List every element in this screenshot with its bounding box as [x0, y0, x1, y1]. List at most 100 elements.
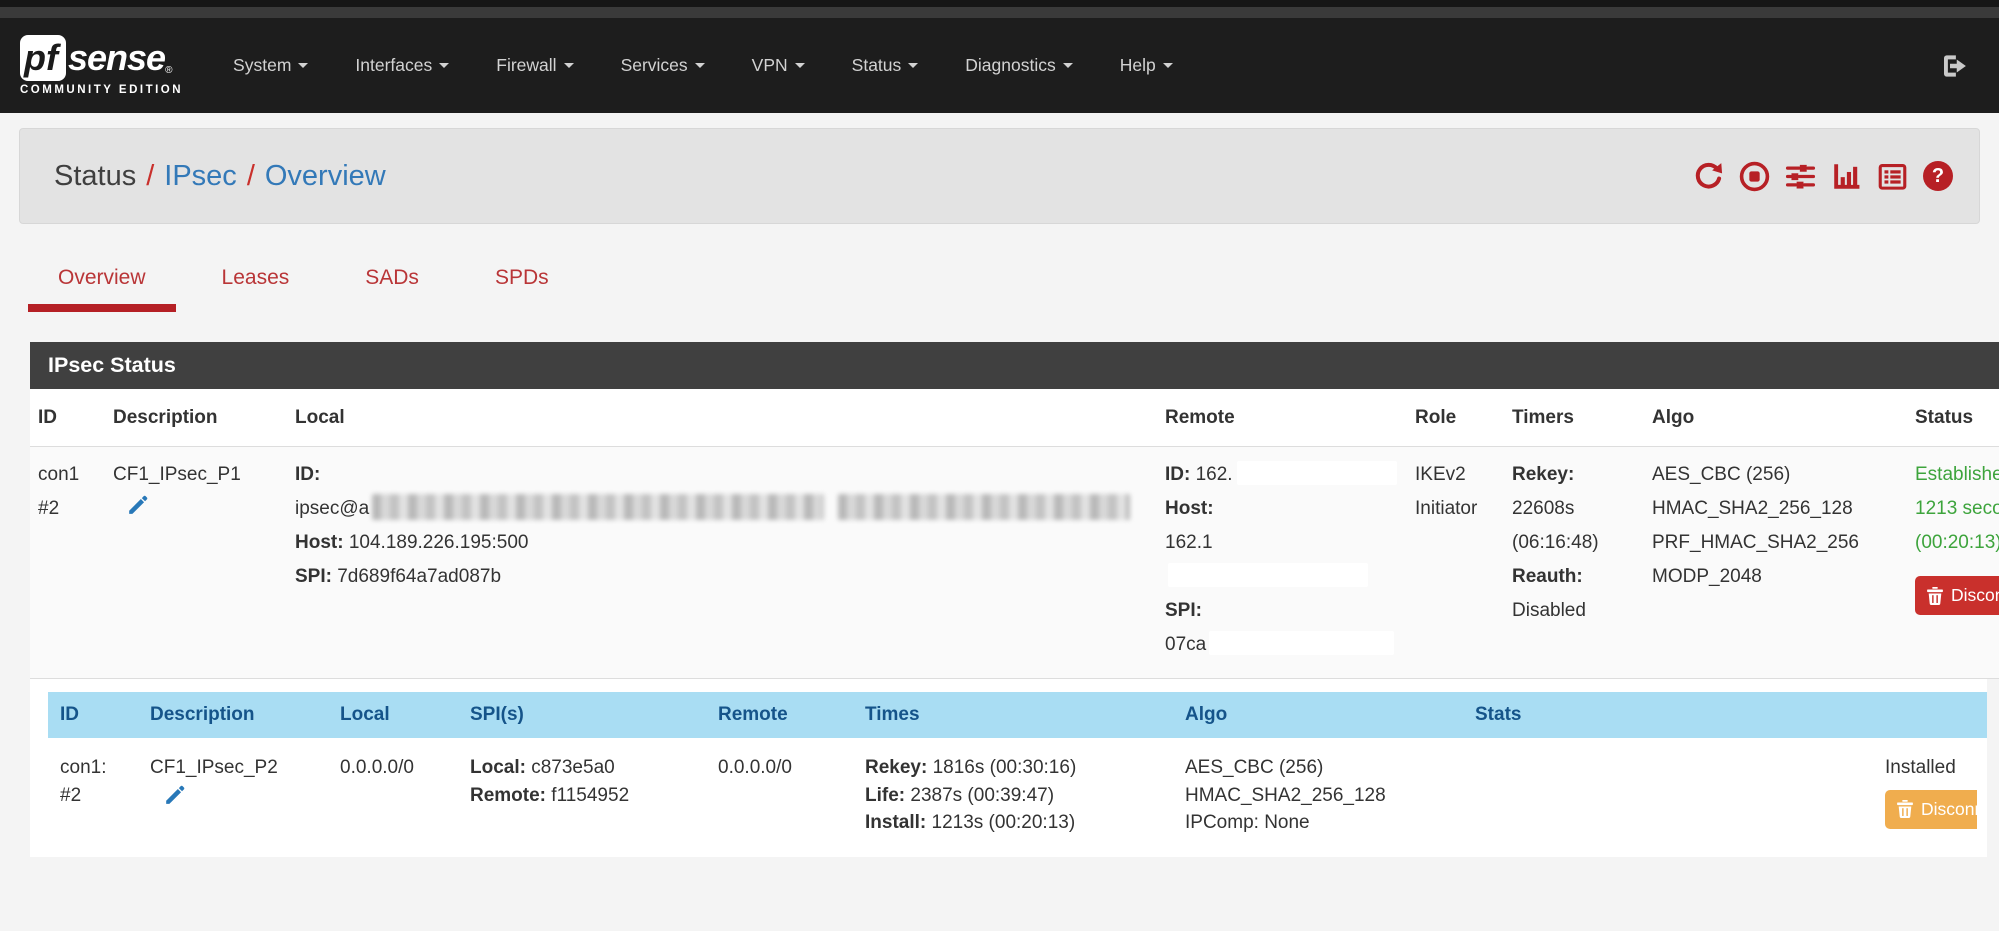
main-navbar: pfsense® COMMUNITY EDITION System Interf… — [0, 18, 1999, 113]
local-host-value: 104.189.226.195:500 — [349, 532, 529, 553]
cell-spis: Local: c873e5a0 Remote: f1154952 — [458, 754, 706, 837]
tab-spds[interactable]: SPDs — [465, 252, 579, 312]
nav-item-vpn[interactable]: VPN — [752, 55, 805, 76]
cell-algo: AES_CBC (256) HMAC_SHA2_256_128 PRF_HMAC… — [1644, 458, 1907, 662]
disconnect-label: Disconnect — [1951, 585, 1999, 606]
life-label: Life: — [865, 785, 905, 806]
algo-enc: AES_CBC (256) — [1652, 458, 1907, 492]
redacted-white — [1209, 631, 1394, 655]
cell-remote: 0.0.0.0/0 — [706, 754, 853, 837]
cell-local: ID: ipsec@a Host: 104.189.226.195:500 SP… — [287, 458, 1157, 662]
nav-item-status[interactable]: Status — [852, 55, 919, 76]
breadcrumb-actions: ? — [1693, 161, 1953, 192]
local-id-value: ipsec@a — [295, 498, 369, 519]
col-header-local: Local — [287, 407, 1157, 429]
spi-local-value: c873e5a0 — [531, 757, 614, 778]
conn-id: con1: — [60, 754, 138, 782]
col-header-id: ID — [48, 704, 138, 726]
col-header-spis: SPI(s) — [458, 704, 706, 726]
chevron-down-icon — [908, 63, 918, 68]
nav-item-label: Services — [621, 55, 688, 76]
table-row: con1 #2 CF1_IPsec_P1 ID: ipsec@a Host: 1… — [30, 447, 1999, 679]
col-header-timers: Timers — [1504, 407, 1644, 429]
cell-description: CF1_IPsec_P2 — [138, 754, 328, 837]
rekey-value: 1816s (00:30:16) — [933, 757, 1077, 778]
refresh-button[interactable] — [1693, 161, 1724, 192]
local-id-label: ID: — [295, 464, 320, 485]
filter-button[interactable] — [1785, 161, 1816, 192]
sign-out-button[interactable] — [1939, 51, 1969, 81]
algo-ipcomp: IPComp: None — [1185, 809, 1463, 837]
cell-timers: Rekey: 22608s (06:16:48) Reauth: Disable… — [1504, 458, 1644, 662]
tab-leases[interactable]: Leases — [192, 252, 320, 312]
tab-bar: Overview Leases SADs SPDs — [28, 252, 1999, 312]
cell-status: Installed Disconnect — [1873, 754, 1977, 837]
breadcrumb-link-overview[interactable]: Overview — [265, 160, 386, 192]
nav-item-label: VPN — [752, 55, 788, 76]
graph-button[interactable] — [1831, 161, 1862, 192]
help-button[interactable]: ? — [1923, 161, 1953, 191]
redacted-white — [1237, 461, 1397, 485]
disconnect-button[interactable]: Disconnect — [1915, 576, 1999, 615]
nav-item-services[interactable]: Services — [621, 55, 705, 76]
col-header-stats: Stats — [1463, 704, 1873, 726]
trash-icon — [1927, 587, 1943, 605]
install-label: Install: — [865, 812, 926, 833]
cell-stats — [1463, 754, 1873, 837]
col-header-times: Times — [853, 704, 1173, 726]
local-host-label: Host: — [295, 532, 344, 553]
cell-algo: AES_CBC (256) HMAC_SHA2_256_128 IPComp: … — [1173, 754, 1463, 837]
rekey-label: Rekey: — [1512, 464, 1574, 485]
local-spi-value: 7d689f64a7ad087b — [337, 566, 501, 587]
role-version: IKEv2 — [1415, 458, 1504, 492]
rekey-label: Rekey: — [865, 757, 927, 778]
window-title-strip — [0, 7, 1999, 18]
nav-item-system[interactable]: System — [233, 55, 308, 76]
list-icon — [1877, 161, 1908, 192]
cell-id: con1: #2 — [48, 754, 138, 837]
chevron-down-icon — [564, 63, 574, 68]
nav-item-diagnostics[interactable]: Diagnostics — [965, 55, 1072, 76]
nav-item-label: Status — [852, 55, 902, 76]
edit-button[interactable] — [127, 494, 149, 519]
redacted-white — [1168, 563, 1368, 587]
tab-overview[interactable]: Overview — [28, 252, 176, 312]
tab-sads[interactable]: SADs — [335, 252, 449, 312]
status-age: 1213 seconds — [1915, 492, 1999, 526]
algo-enc: AES_CBC (256) — [1185, 754, 1463, 782]
breadcrumb-separator: / — [237, 160, 265, 192]
col-header-remote: Remote — [1157, 407, 1407, 429]
col-header-description: Description — [138, 704, 328, 726]
nav-item-interfaces[interactable]: Interfaces — [355, 55, 449, 76]
edit-button[interactable] — [164, 784, 186, 809]
disconnect-button[interactable]: Disconnect — [1885, 790, 1977, 829]
log-button[interactable] — [1877, 161, 1908, 192]
nav-item-label: Firewall — [496, 55, 556, 76]
nav-item-help[interactable]: Help — [1120, 55, 1173, 76]
panel-title: IPsec Status — [30, 342, 1999, 389]
remote-id-label: ID: — [1165, 464, 1190, 485]
remote-spi-label: SPI: — [1165, 600, 1202, 621]
ike-sa-table: ID Description Local Remote Role Timers … — [30, 389, 1999, 857]
spi-remote-value: f1154952 — [551, 785, 629, 806]
sign-out-icon — [1939, 51, 1969, 81]
spi-remote-label: Remote: — [470, 785, 546, 806]
breadcrumb-link-ipsec[interactable]: IPsec — [164, 160, 237, 192]
refresh-icon — [1693, 161, 1724, 192]
rekey-value: 22608s — [1512, 492, 1644, 526]
cell-local: 0.0.0.0/0 — [328, 754, 458, 837]
nav-item-firewall[interactable]: Firewall — [496, 55, 573, 76]
chevron-down-icon — [695, 63, 705, 68]
conn-id: con1 — [38, 458, 105, 492]
col-header-remote: Remote — [706, 704, 853, 726]
sliders-icon — [1785, 161, 1816, 192]
remote-spi-value: 07ca — [1165, 634, 1206, 655]
trash-icon — [1897, 800, 1913, 818]
local-spi-label: SPI: — [295, 566, 332, 587]
remote-host-value: 162.1 — [1165, 532, 1213, 553]
role-value: Initiator — [1415, 492, 1504, 526]
stop-button[interactable] — [1739, 161, 1770, 192]
redacted-blur — [372, 494, 824, 520]
col-header-status: Status — [1907, 407, 1999, 429]
pfsense-logo[interactable]: pfsense® COMMUNITY EDITION — [20, 35, 183, 96]
